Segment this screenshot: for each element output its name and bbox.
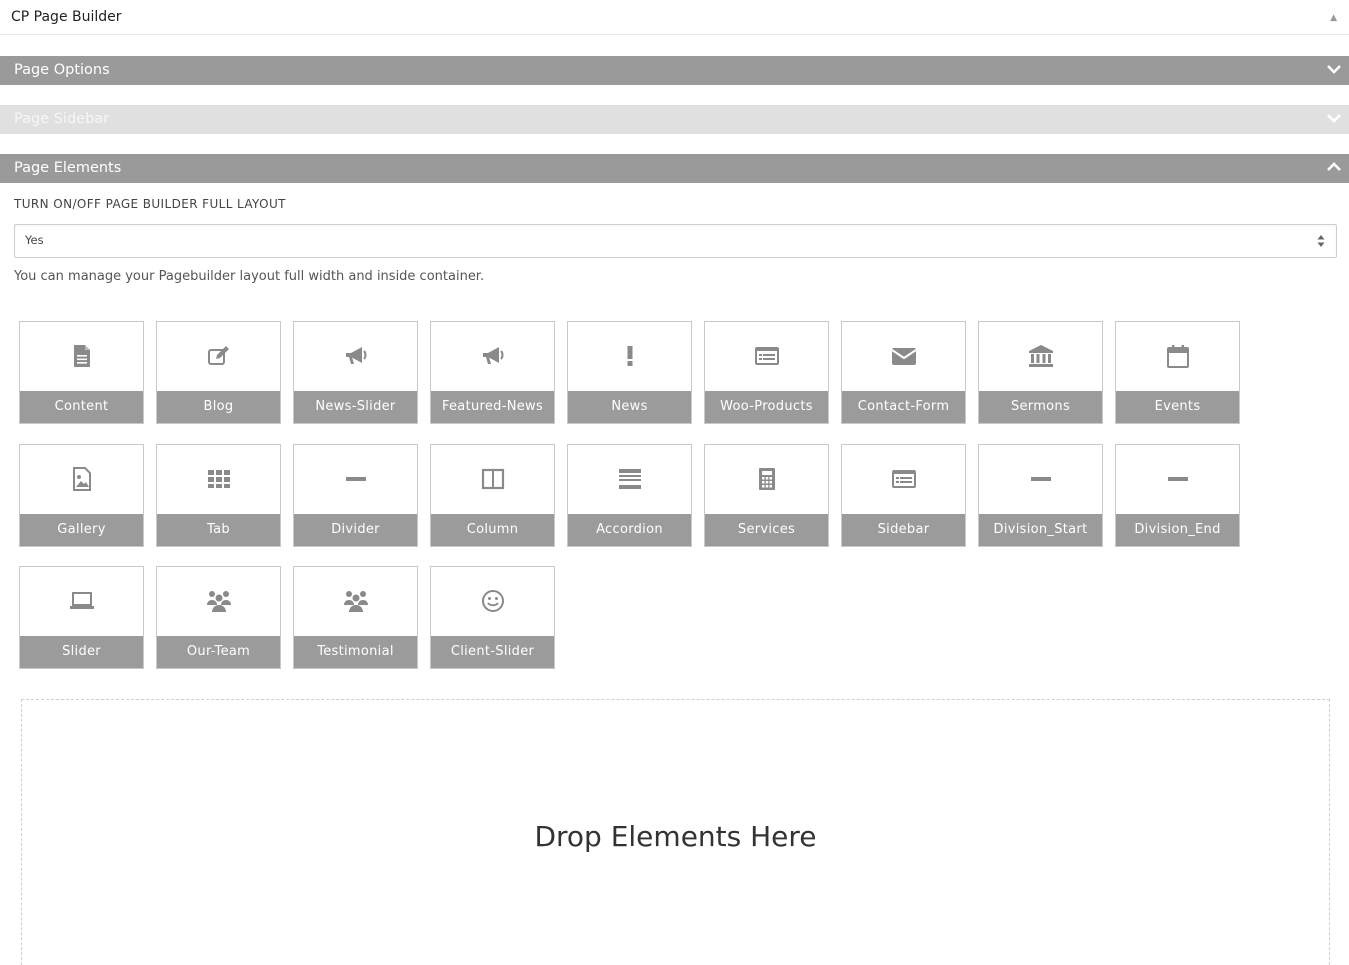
panel-page-elements[interactable]: Page Elements bbox=[0, 154, 1349, 183]
megaphone-icon bbox=[431, 342, 554, 370]
list-box-icon bbox=[705, 342, 828, 370]
element-tile-label: Testimonial bbox=[294, 636, 417, 668]
element-tile-label: Tab bbox=[157, 513, 280, 546]
element-tile-featured-news[interactable]: Featured-News bbox=[430, 321, 555, 424]
bank-icon bbox=[979, 342, 1102, 370]
users-icon bbox=[294, 587, 417, 615]
drop-zone[interactable]: Drop Elements Here bbox=[21, 699, 1330, 965]
full-layout-description: You can manage your Pagebuilder layout f… bbox=[14, 269, 485, 284]
element-tile-services[interactable]: Services bbox=[704, 443, 829, 547]
element-tile-label: Gallery bbox=[20, 513, 143, 546]
element-tile-label: Sidebar bbox=[842, 513, 965, 546]
element-tile-tab[interactable]: Tab bbox=[156, 443, 281, 547]
element-tile-label: Column bbox=[431, 513, 554, 546]
element-tile-client-slider[interactable]: Client-Slider bbox=[430, 566, 555, 669]
document-icon bbox=[20, 342, 143, 370]
chevron-down-icon bbox=[1327, 114, 1341, 123]
element-tile-contact-form[interactable]: Contact-Form bbox=[841, 321, 966, 424]
element-tile-label: News-Slider bbox=[294, 391, 417, 423]
panel-title: Page Sidebar bbox=[14, 111, 110, 127]
element-tile-label: Accordion bbox=[568, 513, 691, 546]
panel-title: Page Elements bbox=[14, 160, 122, 176]
element-tile-label: Our-Team bbox=[157, 636, 280, 668]
panel-page-options[interactable]: Page Options bbox=[0, 56, 1349, 85]
element-tile-label: Featured-News bbox=[431, 391, 554, 423]
page-builder-header: CP Page Builder ▲ bbox=[0, 0, 1349, 35]
full-layout-label: TURN ON/OFF PAGE BUILDER FULL LAYOUT bbox=[14, 197, 286, 211]
element-tile-sidebar[interactable]: Sidebar bbox=[841, 443, 966, 547]
element-tile-label: Client-Slider bbox=[431, 636, 554, 668]
element-tile-label: Woo-Products bbox=[705, 391, 828, 423]
element-tile-label: Content bbox=[20, 391, 143, 423]
element-tile-label: Contact-Form bbox=[842, 391, 965, 423]
element-tile-accordion[interactable]: Accordion bbox=[567, 443, 692, 547]
element-tile-label: Services bbox=[705, 513, 828, 546]
smile-icon bbox=[431, 587, 554, 615]
page-builder-title: CP Page Builder bbox=[11, 9, 122, 25]
element-tile-slider[interactable]: Slider bbox=[19, 566, 144, 669]
element-tile-testimonial[interactable]: Testimonial bbox=[293, 566, 418, 669]
element-tile-label: Division_Start bbox=[979, 513, 1102, 546]
chevron-up-icon bbox=[1327, 162, 1341, 171]
chevron-down-icon bbox=[1327, 65, 1341, 74]
drop-zone-text: Drop Elements Here bbox=[534, 820, 817, 853]
edit-icon bbox=[157, 342, 280, 370]
collapse-toggle-icon[interactable]: ▲ bbox=[1330, 13, 1337, 23]
element-tile-label: Divider bbox=[294, 513, 417, 546]
exclamation-icon bbox=[568, 342, 691, 370]
element-tile-divider[interactable]: Divider bbox=[293, 443, 418, 547]
element-tile-division-start[interactable]: Division_Start bbox=[978, 443, 1103, 547]
accordion-icon bbox=[568, 465, 691, 493]
element-tile-division-end[interactable]: Division_End bbox=[1115, 443, 1240, 547]
full-layout-select[interactable]: Yes bbox=[14, 224, 1337, 258]
envelope-icon bbox=[842, 342, 965, 370]
minus-icon bbox=[1116, 465, 1239, 493]
element-tile-label: Blog bbox=[157, 391, 280, 423]
element-tile-woo-products[interactable]: Woo-Products bbox=[704, 321, 829, 424]
element-tile-label: News bbox=[568, 391, 691, 423]
element-tile-content[interactable]: Content bbox=[19, 321, 144, 424]
element-tile-news-slider[interactable]: News-Slider bbox=[293, 321, 418, 424]
element-tile-sermons[interactable]: Sermons bbox=[978, 321, 1103, 424]
element-tile-label: Slider bbox=[20, 636, 143, 668]
element-tile-label: Division_End bbox=[1116, 513, 1239, 546]
element-tile-gallery[interactable]: Gallery bbox=[19, 443, 144, 547]
panel-title: Page Options bbox=[14, 62, 110, 78]
element-tile-news[interactable]: News bbox=[567, 321, 692, 424]
megaphone-icon bbox=[294, 342, 417, 370]
minus-icon bbox=[979, 465, 1102, 493]
element-tile-our-team[interactable]: Our-Team bbox=[156, 566, 281, 669]
select-arrows-icon bbox=[1317, 235, 1325, 247]
full-layout-value: Yes bbox=[25, 233, 44, 247]
element-tile-label: Sermons bbox=[979, 391, 1102, 423]
image-file-icon bbox=[20, 465, 143, 493]
calendar-icon bbox=[1116, 342, 1239, 370]
panel-page-sidebar[interactable]: Page Sidebar bbox=[0, 105, 1349, 134]
grid-icon bbox=[157, 465, 280, 493]
minus-icon bbox=[294, 465, 417, 493]
element-tile-label: Events bbox=[1116, 391, 1239, 423]
element-tile-column[interactable]: Column bbox=[430, 443, 555, 547]
calculator-icon bbox=[705, 465, 828, 493]
list-box-icon bbox=[842, 465, 965, 493]
element-tile-events[interactable]: Events bbox=[1115, 321, 1240, 424]
users-icon bbox=[157, 587, 280, 615]
element-tile-blog[interactable]: Blog bbox=[156, 321, 281, 424]
laptop-icon bbox=[20, 587, 143, 615]
columns-icon bbox=[431, 465, 554, 493]
